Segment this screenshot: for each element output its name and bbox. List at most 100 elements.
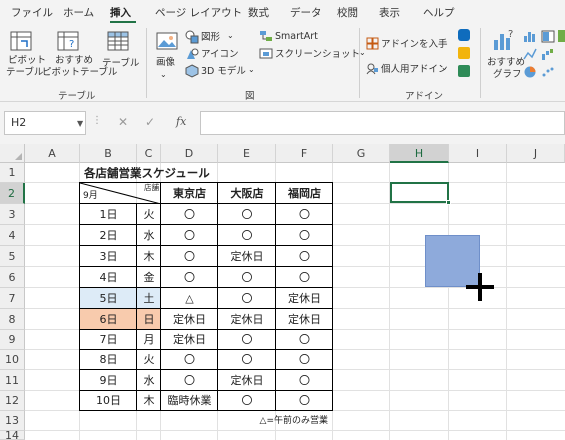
gridline-v bbox=[389, 163, 390, 440]
screenshot-button[interactable]: スクリーンショット bbox=[275, 49, 360, 60]
row-header-12[interactable]: 12 bbox=[0, 391, 25, 411]
name-box[interactable]: H2 ▼ bbox=[4, 111, 86, 135]
tab-review[interactable]: 校閲 bbox=[337, 5, 358, 20]
illustrations-group-label: 図 bbox=[245, 91, 255, 102]
waterfall-chart-icon[interactable] bbox=[541, 48, 555, 64]
column-chart-icon[interactable] bbox=[523, 30, 537, 46]
hierarchy-chart-icon[interactable] bbox=[541, 30, 555, 46]
column-header-i[interactable]: I bbox=[449, 144, 507, 163]
recommended-pivot-label-1: おすすめ bbox=[55, 55, 94, 66]
group-separator bbox=[146, 28, 147, 98]
row-header-9[interactable]: 9 bbox=[0, 330, 25, 350]
recommended-charts-button[interactable]: ? bbox=[491, 28, 517, 57]
table-row-line bbox=[79, 369, 333, 370]
svg-text:?: ? bbox=[508, 29, 513, 40]
column-header-h[interactable]: H bbox=[390, 144, 449, 163]
images-button[interactable] bbox=[155, 30, 179, 55]
bing-icon[interactable] bbox=[458, 47, 470, 59]
recommended-charts-label-2: グラフ bbox=[493, 69, 522, 80]
recommended-charts-label-1: おすすめ bbox=[487, 57, 526, 68]
chevron-down-icon[interactable]: ▼ bbox=[77, 119, 83, 128]
my-addins-dropdown-icon[interactable]: ⌄ bbox=[441, 62, 448, 73]
name-box-value: H2 bbox=[11, 116, 27, 129]
row-header-14[interactable]: 14 bbox=[0, 430, 25, 440]
table-row-line bbox=[79, 203, 333, 204]
column-header-d[interactable]: D bbox=[161, 144, 218, 163]
smartart-button[interactable]: SmartArt bbox=[275, 31, 318, 42]
my-addins-button[interactable]: 個人用アドイン bbox=[381, 64, 448, 75]
recommended-pivot-icon: ? bbox=[57, 31, 79, 51]
row-header-3[interactable]: 3 bbox=[0, 204, 25, 225]
column-header-c[interactable]: C bbox=[137, 144, 161, 163]
image-icon bbox=[156, 32, 178, 50]
row-header-13[interactable]: 13 bbox=[0, 411, 25, 431]
pivot-table-button[interactable] bbox=[9, 30, 35, 57]
resize-handle-icon[interactable]: ⋮ bbox=[92, 115, 102, 126]
column-header-e[interactable]: E bbox=[218, 144, 276, 163]
formula-bar: H2 ▼ ⋮ ✕ ✓ fx bbox=[0, 102, 565, 144]
tab-home[interactable]: ホーム bbox=[63, 5, 94, 20]
column-header-g[interactable]: G bbox=[333, 144, 390, 163]
table-label: テーブル bbox=[102, 58, 140, 69]
tab-file[interactable]: ファイル bbox=[11, 5, 53, 20]
table-row-line bbox=[79, 245, 333, 246]
ribbon-tab-bar: ファイル ホーム 挿入 ページ レイアウト 数式 データ 校閲 表示 ヘルプ bbox=[0, 0, 565, 24]
tab-formulas[interactable]: 数式 bbox=[248, 5, 269, 20]
shapes-button[interactable]: 図形 bbox=[201, 32, 220, 43]
stat-chart-icon[interactable] bbox=[558, 30, 565, 42]
get-addins-button[interactable]: アドインを入手 bbox=[381, 39, 448, 50]
sheet-title[interactable]: 各店舗営業スケジュール bbox=[80, 163, 280, 183]
table-button[interactable] bbox=[106, 30, 132, 57]
row-header-1[interactable]: 1 bbox=[0, 163, 25, 183]
tab-help[interactable]: ヘルプ bbox=[423, 5, 455, 20]
formula-input[interactable] bbox=[200, 111, 565, 135]
fill-handle[interactable] bbox=[446, 200, 451, 205]
row-header-10[interactable]: 10 bbox=[0, 350, 25, 370]
shapes-dropdown-icon[interactable]: ⌄ bbox=[227, 30, 234, 41]
tab-data[interactable]: データ bbox=[290, 5, 322, 20]
3d-model-icon bbox=[185, 64, 199, 81]
pie-chart-icon[interactable] bbox=[523, 66, 537, 82]
table-row-line bbox=[79, 224, 333, 225]
screenshot-icon bbox=[259, 47, 273, 64]
enter-icon[interactable]: ✓ bbox=[145, 115, 155, 129]
3d-models-button[interactable]: 3D モデル bbox=[201, 66, 246, 77]
column-header-a[interactable]: A bbox=[25, 144, 80, 163]
bing-maps-icon[interactable] bbox=[458, 29, 470, 41]
ribbon-insert: ピボット テーブル ? おすすめ ピボットテーブル テーブル テーブル 画像 ⌄ bbox=[0, 24, 565, 102]
tab-page-layout[interactable]: ページ レイアウト bbox=[155, 5, 242, 20]
tab-view[interactable]: 表示 bbox=[379, 5, 400, 20]
row-header-8[interactable]: 8 bbox=[0, 309, 25, 330]
recommended-pivot-button[interactable]: ? bbox=[56, 30, 82, 57]
table-icon bbox=[107, 31, 129, 51]
images-dropdown-icon[interactable]: ⌄ bbox=[160, 69, 167, 80]
tab-insert[interactable]: 挿入 bbox=[110, 5, 131, 20]
table-col-line bbox=[160, 182, 161, 411]
selected-cell-h2[interactable] bbox=[390, 182, 449, 203]
screenshot-dropdown-icon[interactable]: ⌄ bbox=[359, 47, 366, 58]
column-header-j[interactable]: J bbox=[507, 144, 565, 163]
row-header-4[interactable]: 4 bbox=[0, 225, 25, 246]
column-header-b[interactable]: B bbox=[80, 144, 137, 163]
row-header-6[interactable]: 6 bbox=[0, 267, 25, 288]
row-header-2[interactable]: 2 bbox=[0, 183, 25, 204]
store-icon bbox=[366, 37, 379, 53]
row-header-11[interactable]: 11 bbox=[0, 370, 25, 391]
smartart-icon bbox=[259, 29, 273, 46]
legend-note[interactable]: △=午前のみ営業 bbox=[196, 411, 330, 431]
tables-group-label: テーブル bbox=[58, 91, 96, 102]
table-row-line bbox=[79, 266, 333, 267]
row-header-7[interactable]: 7 bbox=[0, 288, 25, 309]
scatter-chart-icon[interactable] bbox=[541, 66, 555, 82]
column-header-f[interactable]: F bbox=[276, 144, 333, 163]
cancel-icon[interactable]: ✕ bbox=[118, 115, 128, 129]
insert-function-button[interactable]: fx bbox=[176, 115, 186, 128]
table-row-line bbox=[79, 308, 333, 309]
people-graph-icon[interactable] bbox=[458, 65, 470, 77]
table-row-line bbox=[79, 329, 333, 330]
icons-button[interactable]: アイコン bbox=[201, 49, 239, 60]
row-header-5[interactable]: 5 bbox=[0, 246, 25, 267]
line-chart-icon[interactable] bbox=[523, 48, 537, 64]
3d-models-dropdown-icon[interactable]: ⌄ bbox=[248, 64, 255, 75]
select-all-button[interactable] bbox=[0, 144, 25, 163]
